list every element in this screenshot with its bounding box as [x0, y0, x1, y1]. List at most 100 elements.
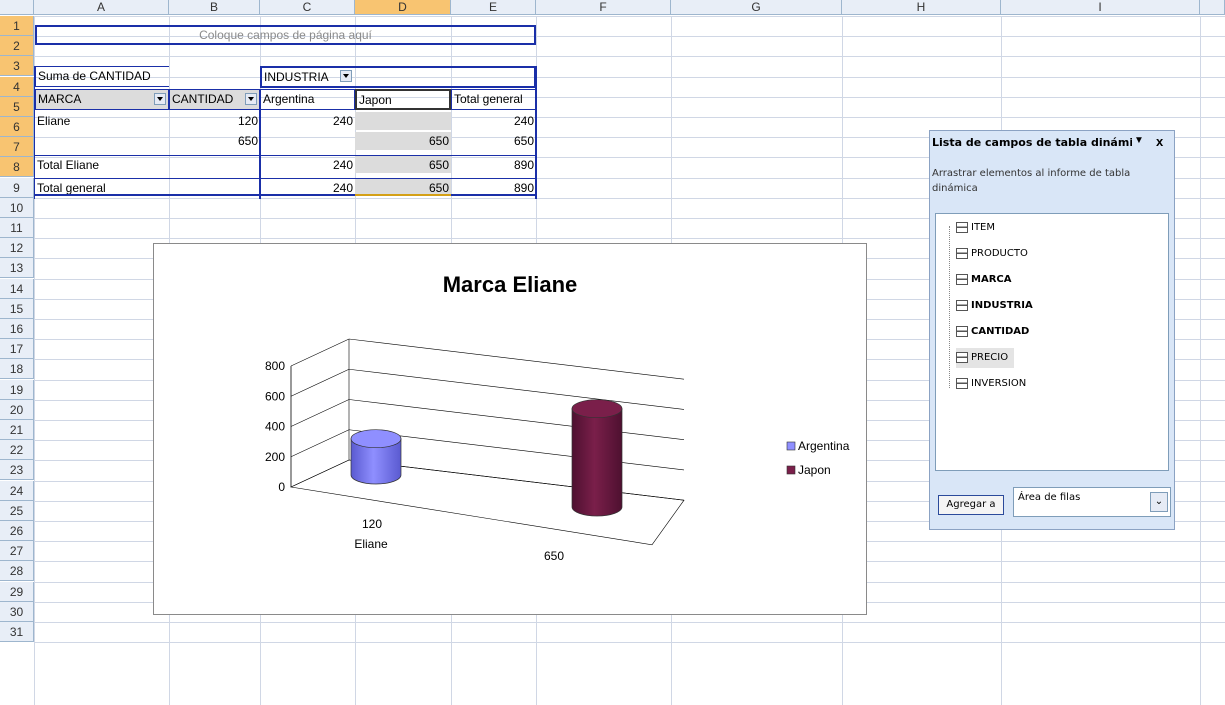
- row-header-27[interactable]: 27: [0, 541, 34, 561]
- add-to-button[interactable]: Agregar a: [938, 495, 1004, 515]
- row-header-19[interactable]: 19: [0, 380, 34, 400]
- field-checkbox-icon[interactable]: [956, 325, 968, 337]
- chevron-down-icon[interactable]: ⌄: [1150, 492, 1168, 512]
- column-header-h[interactable]: H: [842, 0, 1001, 15]
- bar-japon-650[interactable]: [571, 399, 623, 517]
- chart-area[interactable]: Marca Eliane 0 200 400 600 800 120 Eliane 650 Arg…: [153, 243, 867, 615]
- cell-a8-total-general[interactable]: Total general: [35, 178, 260, 196]
- field-checkbox-icon[interactable]: [956, 351, 968, 363]
- field-item-inversion[interactable]: INVERSION: [956, 374, 1026, 394]
- gridline-diagonal[interactable]: [290, 338, 350, 367]
- row-header-20[interactable]: 20: [0, 400, 34, 420]
- field-checkbox-icon[interactable]: [956, 273, 968, 285]
- header-argentina[interactable]: Argentina: [260, 89, 355, 110]
- row-header-21[interactable]: 21: [0, 420, 34, 440]
- row-header-15[interactable]: 15: [0, 299, 34, 319]
- row-header-31[interactable]: 31: [0, 622, 34, 642]
- column-header-a[interactable]: A: [34, 0, 169, 15]
- gridline[interactable]: [348, 338, 685, 380]
- bar-chart[interactable]: Marca Eliane 0 200 400 600 800 120 Eliane 650 Arg…: [154, 244, 866, 614]
- cell-d5-japon[interactable]: [355, 112, 451, 130]
- select-all-corner[interactable]: [0, 0, 34, 15]
- header-total-general[interactable]: Total general: [451, 89, 536, 110]
- cell-d7-japon[interactable]: 650: [355, 155, 451, 173]
- column-header-e[interactable]: E: [451, 0, 536, 15]
- field-item-cantidad[interactable]: CANTIDAD: [956, 322, 1029, 342]
- page-fields-placeholder[interactable]: Coloque campos de página aquí: [35, 25, 536, 45]
- bar-argentina-120-top[interactable]: [350, 429, 402, 449]
- cell-e7-total[interactable]: 890: [451, 155, 536, 173]
- row-header-8[interactable]: 8: [0, 157, 34, 177]
- column-field-industria[interactable]: INDUSTRIA: [260, 66, 536, 88]
- row-header-3[interactable]: 3: [0, 56, 34, 76]
- field-item-precio[interactable]: PRECIO: [956, 348, 1015, 368]
- gridline-diagonal[interactable]: [290, 399, 350, 427]
- cell-a7-total-eliane[interactable]: Total Eliane: [35, 155, 260, 173]
- field-item-producto[interactable]: PRODUCTO: [956, 244, 1028, 264]
- row-header-11[interactable]: 11: [0, 218, 34, 238]
- row-header-28[interactable]: 28: [0, 561, 34, 581]
- cell-a5-marca[interactable]: Eliane: [35, 112, 169, 130]
- row-field-marca[interactable]: MARCA: [35, 89, 169, 110]
- field-item-industria[interactable]: INDUSTRIA: [956, 296, 1033, 316]
- gridline-diagonal[interactable]: [290, 429, 350, 458]
- cell-c7-argentina[interactable]: 240: [260, 155, 355, 173]
- cell-d8-japon[interactable]: 650: [355, 178, 451, 196]
- column-header-c[interactable]: C: [260, 0, 355, 15]
- row-header-22[interactable]: 22: [0, 440, 34, 460]
- row-header-10[interactable]: 10: [0, 198, 34, 218]
- gridline-diagonal[interactable]: [290, 368, 350, 397]
- row-header-2[interactable]: 2: [0, 36, 34, 56]
- row-header-29[interactable]: 29: [0, 582, 34, 602]
- row-header-4[interactable]: 4: [0, 77, 34, 97]
- row-header-25[interactable]: 25: [0, 501, 34, 521]
- area-select[interactable]: Área de filas ⌄: [1013, 487, 1171, 517]
- bar-japon-650-top[interactable]: [571, 399, 623, 419]
- row-header-12[interactable]: 12: [0, 238, 34, 258]
- field-item-marca[interactable]: MARCA: [956, 270, 1011, 290]
- row-header-30[interactable]: 30: [0, 602, 34, 622]
- cell-b5-cantidad[interactable]: 120: [169, 112, 260, 130]
- cell-e5-total[interactable]: 240: [451, 112, 536, 130]
- row-header-16[interactable]: 16: [0, 319, 34, 339]
- column-header-d[interactable]: D: [355, 0, 451, 15]
- row-header-1[interactable]: 1: [0, 16, 34, 36]
- column-header-g[interactable]: G: [671, 0, 842, 15]
- row-header-6[interactable]: 6: [0, 117, 34, 137]
- bar-argentina-120[interactable]: [350, 429, 402, 485]
- row-header-13[interactable]: 13: [0, 258, 34, 278]
- cell-c8-argentina[interactable]: 240: [260, 178, 355, 196]
- chart-floor[interactable]: [289, 459, 685, 546]
- cell-d6-japon[interactable]: 650: [355, 132, 451, 150]
- row-header-17[interactable]: 17: [0, 339, 34, 359]
- field-checkbox-icon[interactable]: [956, 299, 968, 311]
- field-checkbox-icon[interactable]: [956, 247, 968, 259]
- cell-e8-total[interactable]: 890: [451, 178, 536, 196]
- panel-close-icon[interactable]: x: [1156, 134, 1163, 149]
- row-header-14[interactable]: 14: [0, 279, 34, 299]
- field-list-box[interactable]: ITEM PRODUCTO MARCA INDUSTRIA CANTIDAD PRECIO…: [935, 213, 1169, 471]
- row-header-24[interactable]: 24: [0, 481, 34, 501]
- marca-dropdown-icon[interactable]: [154, 93, 166, 105]
- data-field-label[interactable]: Suma de CANTIDAD: [35, 66, 169, 87]
- column-header-i[interactable]: I: [1001, 0, 1200, 15]
- legend-swatch-japon[interactable]: [786, 465, 796, 475]
- panel-menu-icon[interactable]: ▼: [1134, 135, 1144, 146]
- field-checkbox-icon[interactable]: [956, 221, 968, 233]
- row-header-26[interactable]: 26: [0, 521, 34, 541]
- column-header-b[interactable]: B: [169, 0, 260, 15]
- cantidad-dropdown-icon[interactable]: [245, 93, 257, 105]
- row-header-23[interactable]: 23: [0, 460, 34, 480]
- row-header-18[interactable]: 18: [0, 359, 34, 379]
- cell-c6-argentina[interactable]: [260, 132, 355, 150]
- column-header-j[interactable]: [1200, 0, 1225, 15]
- pivot-field-list-panel[interactable]: Lista de campos de tabla dinámica ▼ x Ar…: [929, 130, 1175, 530]
- header-japon[interactable]: Japon: [355, 89, 451, 110]
- row-header-5[interactable]: 5: [0, 97, 34, 117]
- field-checkbox-icon[interactable]: [956, 377, 968, 389]
- row-header-9[interactable]: 9: [0, 178, 34, 198]
- industria-dropdown-icon[interactable]: [340, 70, 352, 82]
- field-item-item[interactable]: ITEM: [956, 218, 995, 238]
- cell-e6-total[interactable]: 650: [451, 132, 536, 150]
- bar-japon-650-body[interactable]: [571, 408, 623, 517]
